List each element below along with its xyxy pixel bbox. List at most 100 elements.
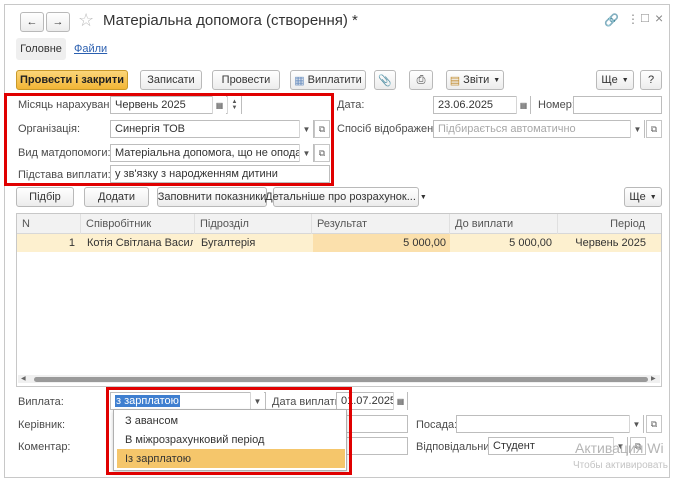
column-header-n[interactable]: N <box>17 214 81 234</box>
pay-icon: ▦ <box>294 74 305 87</box>
close-icon[interactable]: × <box>655 10 663 26</box>
help-button[interactable]: ? <box>640 70 662 90</box>
pay-button[interactable]: ▦ Виплатити <box>290 70 366 90</box>
activation-watermark: Активация Wi <box>575 440 664 456</box>
aid-type-label: Вид матдопомоги: <box>18 147 111 159</box>
number-field[interactable] <box>573 96 662 114</box>
position-label: Посада: <box>416 419 458 431</box>
chevron-down-icon[interactable]: ▼ <box>629 415 643 433</box>
payment-value: з зарплатою <box>115 395 180 407</box>
details-label: Детальніше про розрахунок... <box>265 191 416 203</box>
open-icon[interactable]: ⧉ <box>314 144 330 162</box>
month-label: Місяць нарахування: <box>18 99 125 111</box>
scroll-right-icon[interactable]: ▶ <box>651 376 656 382</box>
manager-field[interactable] <box>346 415 408 433</box>
more-button[interactable]: Ще ▼ <box>596 70 634 90</box>
date-value: 23.06.2025 <box>438 99 494 111</box>
column-header-department[interactable]: Підрозділ <box>195 214 312 234</box>
display-method-placeholder: Підбирається автоматично <box>438 123 576 135</box>
column-header-period[interactable]: Період <box>558 214 661 234</box>
scrollbar-thumb[interactable] <box>34 377 648 382</box>
pay-date-value: 01.07.2025 <box>341 395 397 407</box>
table-more-label: Ще <box>629 191 646 203</box>
link-icon[interactable]: 🔗 <box>604 13 619 27</box>
organization-field[interactable]: Синергія ТОВ <box>110 120 314 138</box>
add-button[interactable]: Додати <box>84 187 149 207</box>
select-button[interactable]: Підбір <box>16 187 74 207</box>
cell-result: 5 000,00 <box>403 237 446 249</box>
post-button[interactable]: Провести <box>212 70 280 90</box>
column-header-result[interactable]: Результат <box>312 214 450 234</box>
aid-type-field[interactable]: Матеріальна допомога, що не оподатковуєт… <box>110 144 314 162</box>
open-icon[interactable]: ⧉ <box>646 120 662 138</box>
fill-indicators-button[interactable]: Заповнити показники <box>157 187 267 207</box>
activation-watermark-sub: Чтобы активировать <box>573 460 668 471</box>
display-method-field[interactable]: Підбирається автоматично <box>433 120 645 138</box>
column-header-employee[interactable]: Співробітник <box>81 214 195 234</box>
attachment-button[interactable]: 📎 <box>374 70 396 90</box>
report-icon: ▤ <box>449 74 461 87</box>
number-label: Номер: <box>538 99 575 111</box>
chevron-down-icon: ▼ <box>419 193 427 201</box>
dropdown-option-interim[interactable]: В міжрозрахунковий період <box>117 430 345 449</box>
open-icon[interactable]: ⧉ <box>314 120 330 138</box>
organization-label: Організація: <box>18 123 80 135</box>
pay-date-label: Дата виплати: <box>272 396 344 408</box>
more-vertical-icon[interactable]: ⋮ <box>627 12 639 26</box>
chevron-down-icon: ▼ <box>231 105 238 111</box>
manager-label: Керівник: <box>18 419 66 431</box>
chevron-down-icon[interactable]: ▼ <box>250 392 264 410</box>
save-button[interactable]: Записати <box>140 70 202 90</box>
date-label: Дата: <box>337 99 365 111</box>
basis-value: у зв'язку з народженням дитини <box>115 168 278 180</box>
tab-main-label: Головне <box>20 43 62 55</box>
payment-field[interactable]: з зарплатою <box>110 392 266 410</box>
paperclip-icon: 📎 <box>378 74 392 87</box>
display-method-label: Спосіб відображення: <box>337 123 449 135</box>
comment-field[interactable] <box>346 437 408 455</box>
chevron-down-icon[interactable]: ▼ <box>299 144 313 162</box>
star-icon[interactable]: ☆ <box>78 10 94 31</box>
post-and-close-button[interactable]: Провести і закрити <box>16 70 128 90</box>
scroll-left-icon[interactable]: ◀ <box>21 376 26 382</box>
cell-payout: 5 000,00 <box>509 237 552 249</box>
chevron-down-icon[interactable]: ▼ <box>630 120 644 138</box>
responsible-value: Студент <box>493 440 535 452</box>
cell-employee: Котія Світлана Василі... <box>87 237 193 249</box>
month-spinner[interactable]: ▲ ▼ <box>227 96 241 114</box>
chevron-down-icon: ▼ <box>493 76 501 84</box>
aid-type-value: Матеріальна допомога, що не оподатковуєт… <box>115 147 313 159</box>
payment-label: Виплата: <box>18 396 64 408</box>
arrow-right-icon: → <box>52 16 64 28</box>
column-header-payout[interactable]: До виплати <box>450 214 558 234</box>
responsible-label: Відповідальний: <box>416 441 499 453</box>
pay-label: Виплатити <box>307 74 362 86</box>
printer-icon: ⎙ <box>416 73 426 86</box>
calendar-icon[interactable]: ▦ <box>393 392 407 410</box>
forward-button[interactable]: → <box>46 12 70 32</box>
month-value: Червень 2025 <box>115 99 186 111</box>
dropdown-option-salary[interactable]: Із зарплатою <box>117 449 345 468</box>
chevron-down-icon: ▼ <box>621 76 629 84</box>
chevron-down-icon[interactable]: ▼ <box>299 120 313 138</box>
maximize-icon[interactable]: □ <box>641 10 649 25</box>
details-button[interactable]: Детальніше про розрахунок... ▼ <box>265 187 427 207</box>
reports-button[interactable]: ▤ Звіти ▼ <box>446 70 504 90</box>
table-more-button[interactable]: Ще ▼ <box>624 187 662 207</box>
comment-label: Коментар: <box>18 441 71 453</box>
dropdown-option-advance[interactable]: З авансом <box>117 411 345 430</box>
back-button[interactable]: ← <box>20 12 44 32</box>
tab-files[interactable]: Файли <box>74 43 107 55</box>
calendar-icon[interactable]: ▦ <box>516 96 530 114</box>
tab-main[interactable]: Головне <box>16 38 66 60</box>
basis-label: Підстава виплати: <box>18 169 111 181</box>
calendar-icon[interactable]: ▦ <box>212 96 226 114</box>
print-button[interactable]: ⎙ <box>409 70 433 90</box>
window-title: Матеріальна допомога (створення) * <box>103 12 358 29</box>
chevron-down-icon: ▼ <box>649 193 657 201</box>
basis-field[interactable]: у зв'язку з народженням дитини <box>110 165 330 183</box>
open-icon[interactable]: ⧉ <box>646 415 662 433</box>
reports-label: Звіти <box>463 74 490 86</box>
position-field[interactable] <box>456 415 644 433</box>
cell-department: Бугалтерія <box>201 237 256 249</box>
